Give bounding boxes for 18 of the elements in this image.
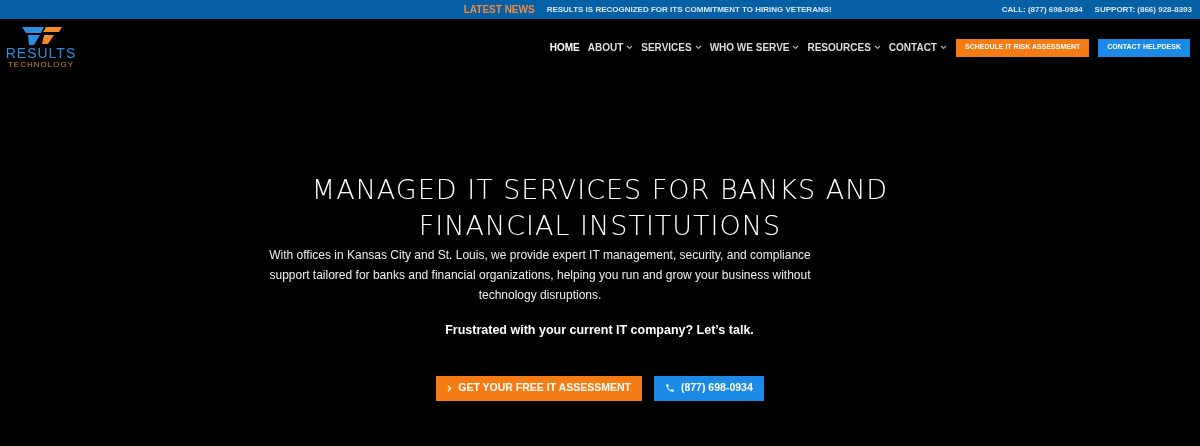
hero-title: MANAGED IT SERVICES FOR BANKS AND FINANCIAL INSTITUTIONS [310,173,890,243]
nav-link[interactable]: WHO WE SERVE [709,40,800,55]
nav-link[interactable]: CONTACT [888,40,947,55]
news-text[interactable]: RESULTS IS RECOGNIZED FOR ITS COMMITMENT TO HIRING VETERANS! [546,3,832,16]
phone-number-link[interactable]: SUPPORT: (866) 928-8393 [1094,3,1192,16]
nav-link[interactable]: HOME [549,40,580,55]
hero-text: With offices in Kansas City and St. Louis, we provide expert IT management, security, and compliance support tailored for banks and financial organizations, helping you run and grow your business without technology disruptions. [268,247,812,304]
nav-link[interactable]: ABOUT [587,40,634,55]
hero-button[interactable]: (877) 698-0934 [653,375,764,401]
logo-tagline: TECHNOLOGY [8,60,74,69]
phone-number-link[interactable]: CALL: (877) 698-0934 [1001,3,1083,16]
logo-name: RESULTS [5,46,77,60]
nav-link[interactable]: SERVICES [641,40,702,55]
news-label: LATEST NEWS [463,3,535,17]
nav-link[interactable]: RESOURCES [807,40,881,55]
chevron-right-icon [447,384,453,392]
hero-tagline: Frustrated with your current IT company? Let’s talk. [445,322,754,339]
phone-icon [664,383,675,394]
